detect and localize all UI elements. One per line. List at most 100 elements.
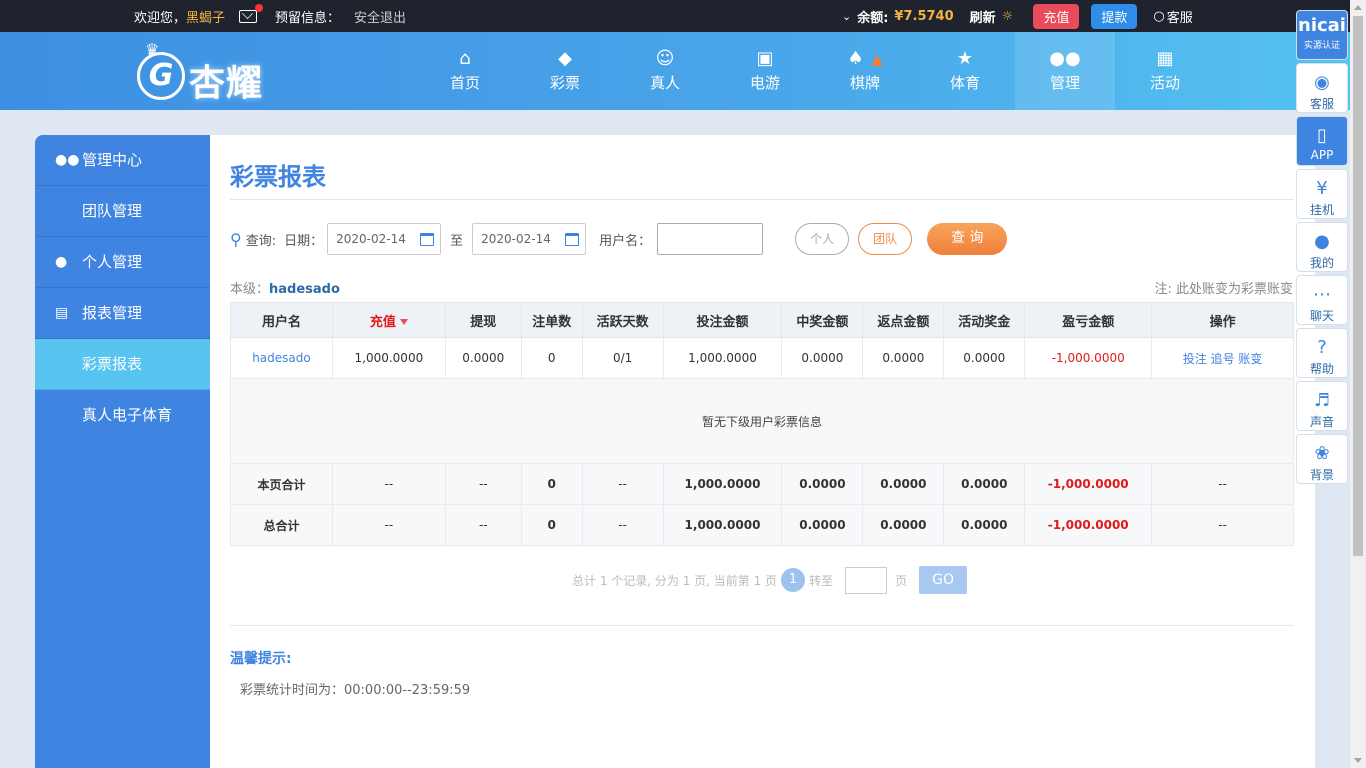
to-label: 至 (450, 233, 464, 249)
chat-icon[interactable]: ○ (1153, 9, 1164, 24)
page-number-current[interactable]: 1 (781, 568, 806, 592)
date-from-input[interactable]: 2020-02-14 (327, 223, 442, 255)
total-rebate: 0.0000 (862, 504, 945, 546)
username-label: 用户名： (599, 233, 652, 249)
col-profit: 盈亏金额 (1024, 302, 1153, 338)
logo[interactable]: ♛ G 杏耀 (137, 40, 287, 104)
calendar-icon[interactable] (565, 232, 580, 246)
username-text[interactable]: 黑蝎子 (186, 7, 225, 26)
float-app[interactable]: ▯ APP (1296, 116, 1348, 166)
divider (230, 199, 1294, 200)
nav-label: 真人 (649, 74, 680, 92)
logout-link[interactable]: 安全退出 (354, 7, 406, 26)
col-win: 中奖金额 (781, 302, 864, 338)
pagination: 总计 1 个记录, 分为 1 页, 当前第 1 页 1 转至 页 GO (572, 566, 968, 594)
float-service[interactable]: ◉ 客服 (1296, 63, 1348, 113)
sidebar-item-lottery-report[interactable]: 彩票报表 (35, 339, 210, 390)
sidebar-item-team[interactable]: 团队管理 (35, 186, 210, 237)
withdraw-button[interactable]: 提款 (1091, 3, 1138, 29)
sidebar-item-live-sports[interactable]: 真人电子体育 (35, 390, 210, 441)
float-chat[interactable]: ⋯ 聊天 (1296, 275, 1348, 325)
float-label: 客服 (1309, 97, 1334, 111)
ncai-logo-text: nicai (1298, 15, 1346, 36)
nav-activity[interactable]: ▦ 活动 (1115, 32, 1215, 110)
float-background[interactable]: ❀ 背景 (1296, 434, 1348, 484)
search-button[interactable]: 查 询 (927, 223, 1008, 255)
col-recharge-label: 充值 (369, 314, 396, 330)
phone-icon: ▯ (1317, 125, 1327, 146)
refresh-button[interactable]: 刷新 (970, 7, 996, 26)
cell-actions: 投注 追号 账变 (1151, 337, 1294, 379)
float-mine[interactable]: ● 我的 (1296, 222, 1348, 272)
goto-page-input[interactable] (845, 566, 888, 594)
chase-link[interactable]: 追号 (1211, 352, 1235, 366)
scroll-down-arrow-icon[interactable] (1354, 758, 1362, 763)
total-win: 0.0000 (781, 463, 864, 505)
sidebar-item-label: 报表管理 (82, 304, 143, 322)
reserve-info[interactable]: 预留信息： (275, 7, 340, 26)
sidebar-item-management-center[interactable]: ●● 管理中心 (35, 135, 210, 186)
money-bag-icon: ¥ (1316, 178, 1328, 199)
sidebar-item-label: 彩票报表 (82, 355, 143, 373)
col-active-days: 活跃天数 (581, 302, 664, 338)
eye-off-icon[interactable]: ☼ (1002, 9, 1014, 24)
page-total-row: 本页合计 -- -- 0 -- 1,000.0000 0.0000 0.0000… (230, 463, 1294, 505)
mail-icon[interactable] (239, 3, 264, 23)
chevron-down-icon[interactable]: ⌄ (842, 10, 851, 23)
col-bonus: 活动奖金 (943, 302, 1026, 338)
float-label: 聊天 (1309, 309, 1334, 323)
balance-value: ¥7.5740 (894, 8, 954, 24)
sidebar-item-reports[interactable]: ▤ 报表管理 (35, 288, 210, 339)
nav-cards[interactable]: ♠ ▲ 棋牌 (815, 32, 915, 110)
scroll-up-arrow-icon[interactable] (1354, 5, 1362, 10)
grand-total-row: 总合计 -- -- 0 -- 1,000.0000 0.0000 0.0000 … (230, 504, 1294, 546)
top-bar: 欢迎您， 黑蝎子 预留信息： 安全退出 ⌄ 余额: ¥7.5740 刷新 ☼ 充值… (0, 0, 1350, 32)
float-sound[interactable]: ♬ 声音 (1296, 381, 1348, 431)
chat-bubble-icon: ⋯ (1313, 284, 1331, 305)
level-info: 本级：hadesado (230, 278, 340, 297)
cell-withdraw: 0.0000 (444, 337, 522, 379)
col-recharge-sort[interactable]: 充值 (331, 302, 446, 338)
nav-manage[interactable]: ●● 管理 (1015, 32, 1115, 110)
tips-content: 彩票统计时间为：00:00:00--23:59:59 (240, 683, 471, 698)
nav-lottery[interactable]: ◆ 彩票 (515, 32, 615, 110)
scrollbar-thumb[interactable] (1353, 16, 1363, 556)
page-scrollbar[interactable] (1350, 0, 1366, 768)
lottery-icon: ◆ (558, 48, 572, 69)
home-icon: ⌂ (459, 48, 471, 69)
report-table: 用户名 充值 提现 注单数 活跃天数 投注金额 中奖金额 返点金额 活动奖金 盈… (230, 302, 1294, 546)
nav-home[interactable]: ⌂ 首页 (415, 32, 515, 110)
username-input[interactable] (657, 223, 764, 255)
live-icon: ☺ (655, 48, 675, 69)
cell-username[interactable]: hadesado (230, 337, 333, 379)
balance-label: 余额: (857, 10, 889, 26)
col-rebate: 返点金额 (862, 302, 945, 338)
logo-text: 杏耀 (189, 63, 264, 104)
service-link[interactable]: 客服 (1167, 7, 1193, 26)
empty-row: 暂无下级用户彩票信息 (230, 378, 1294, 464)
total-withdraw: -- (444, 463, 522, 505)
table-header: 用户名 充值 提现 注单数 活跃天数 投注金额 中奖金额 返点金额 活动奖金 盈… (230, 302, 1294, 338)
team-button[interactable]: 团队 (858, 223, 913, 255)
calendar-icon[interactable] (420, 232, 435, 246)
float-help[interactable]: ? 帮助 (1296, 328, 1348, 378)
level-value: hadesado (269, 282, 340, 297)
personal-button[interactable]: 个人 (795, 223, 850, 255)
level-label: 本级： (230, 282, 270, 297)
float-hangup[interactable]: ¥ 挂机 (1296, 169, 1348, 219)
col-orders: 注单数 (520, 302, 583, 338)
account-change-link[interactable]: 账变 (1238, 352, 1262, 366)
ncai-cert-badge[interactable]: nicai 实源认证 (1296, 10, 1348, 60)
recharge-button[interactable]: 充值 (1033, 3, 1080, 29)
users-icon: ●● (55, 152, 80, 168)
sidebar-item-personal[interactable]: ● 个人管理 (35, 237, 210, 288)
page-title: 彩票报表 (230, 163, 326, 191)
total-profit: -1,000.0000 (1024, 504, 1153, 546)
date-to-input[interactable]: 2020-02-14 (472, 223, 587, 255)
nav-sports[interactable]: ★ 体育 (915, 32, 1015, 110)
nav-live[interactable]: ☺ 真人 (615, 32, 715, 110)
nav-slot[interactable]: ▣ 电游 (715, 32, 815, 110)
total-active-days: -- (581, 504, 664, 546)
bet-link[interactable]: 投注 (1183, 352, 1207, 366)
go-button[interactable]: GO (919, 566, 968, 594)
